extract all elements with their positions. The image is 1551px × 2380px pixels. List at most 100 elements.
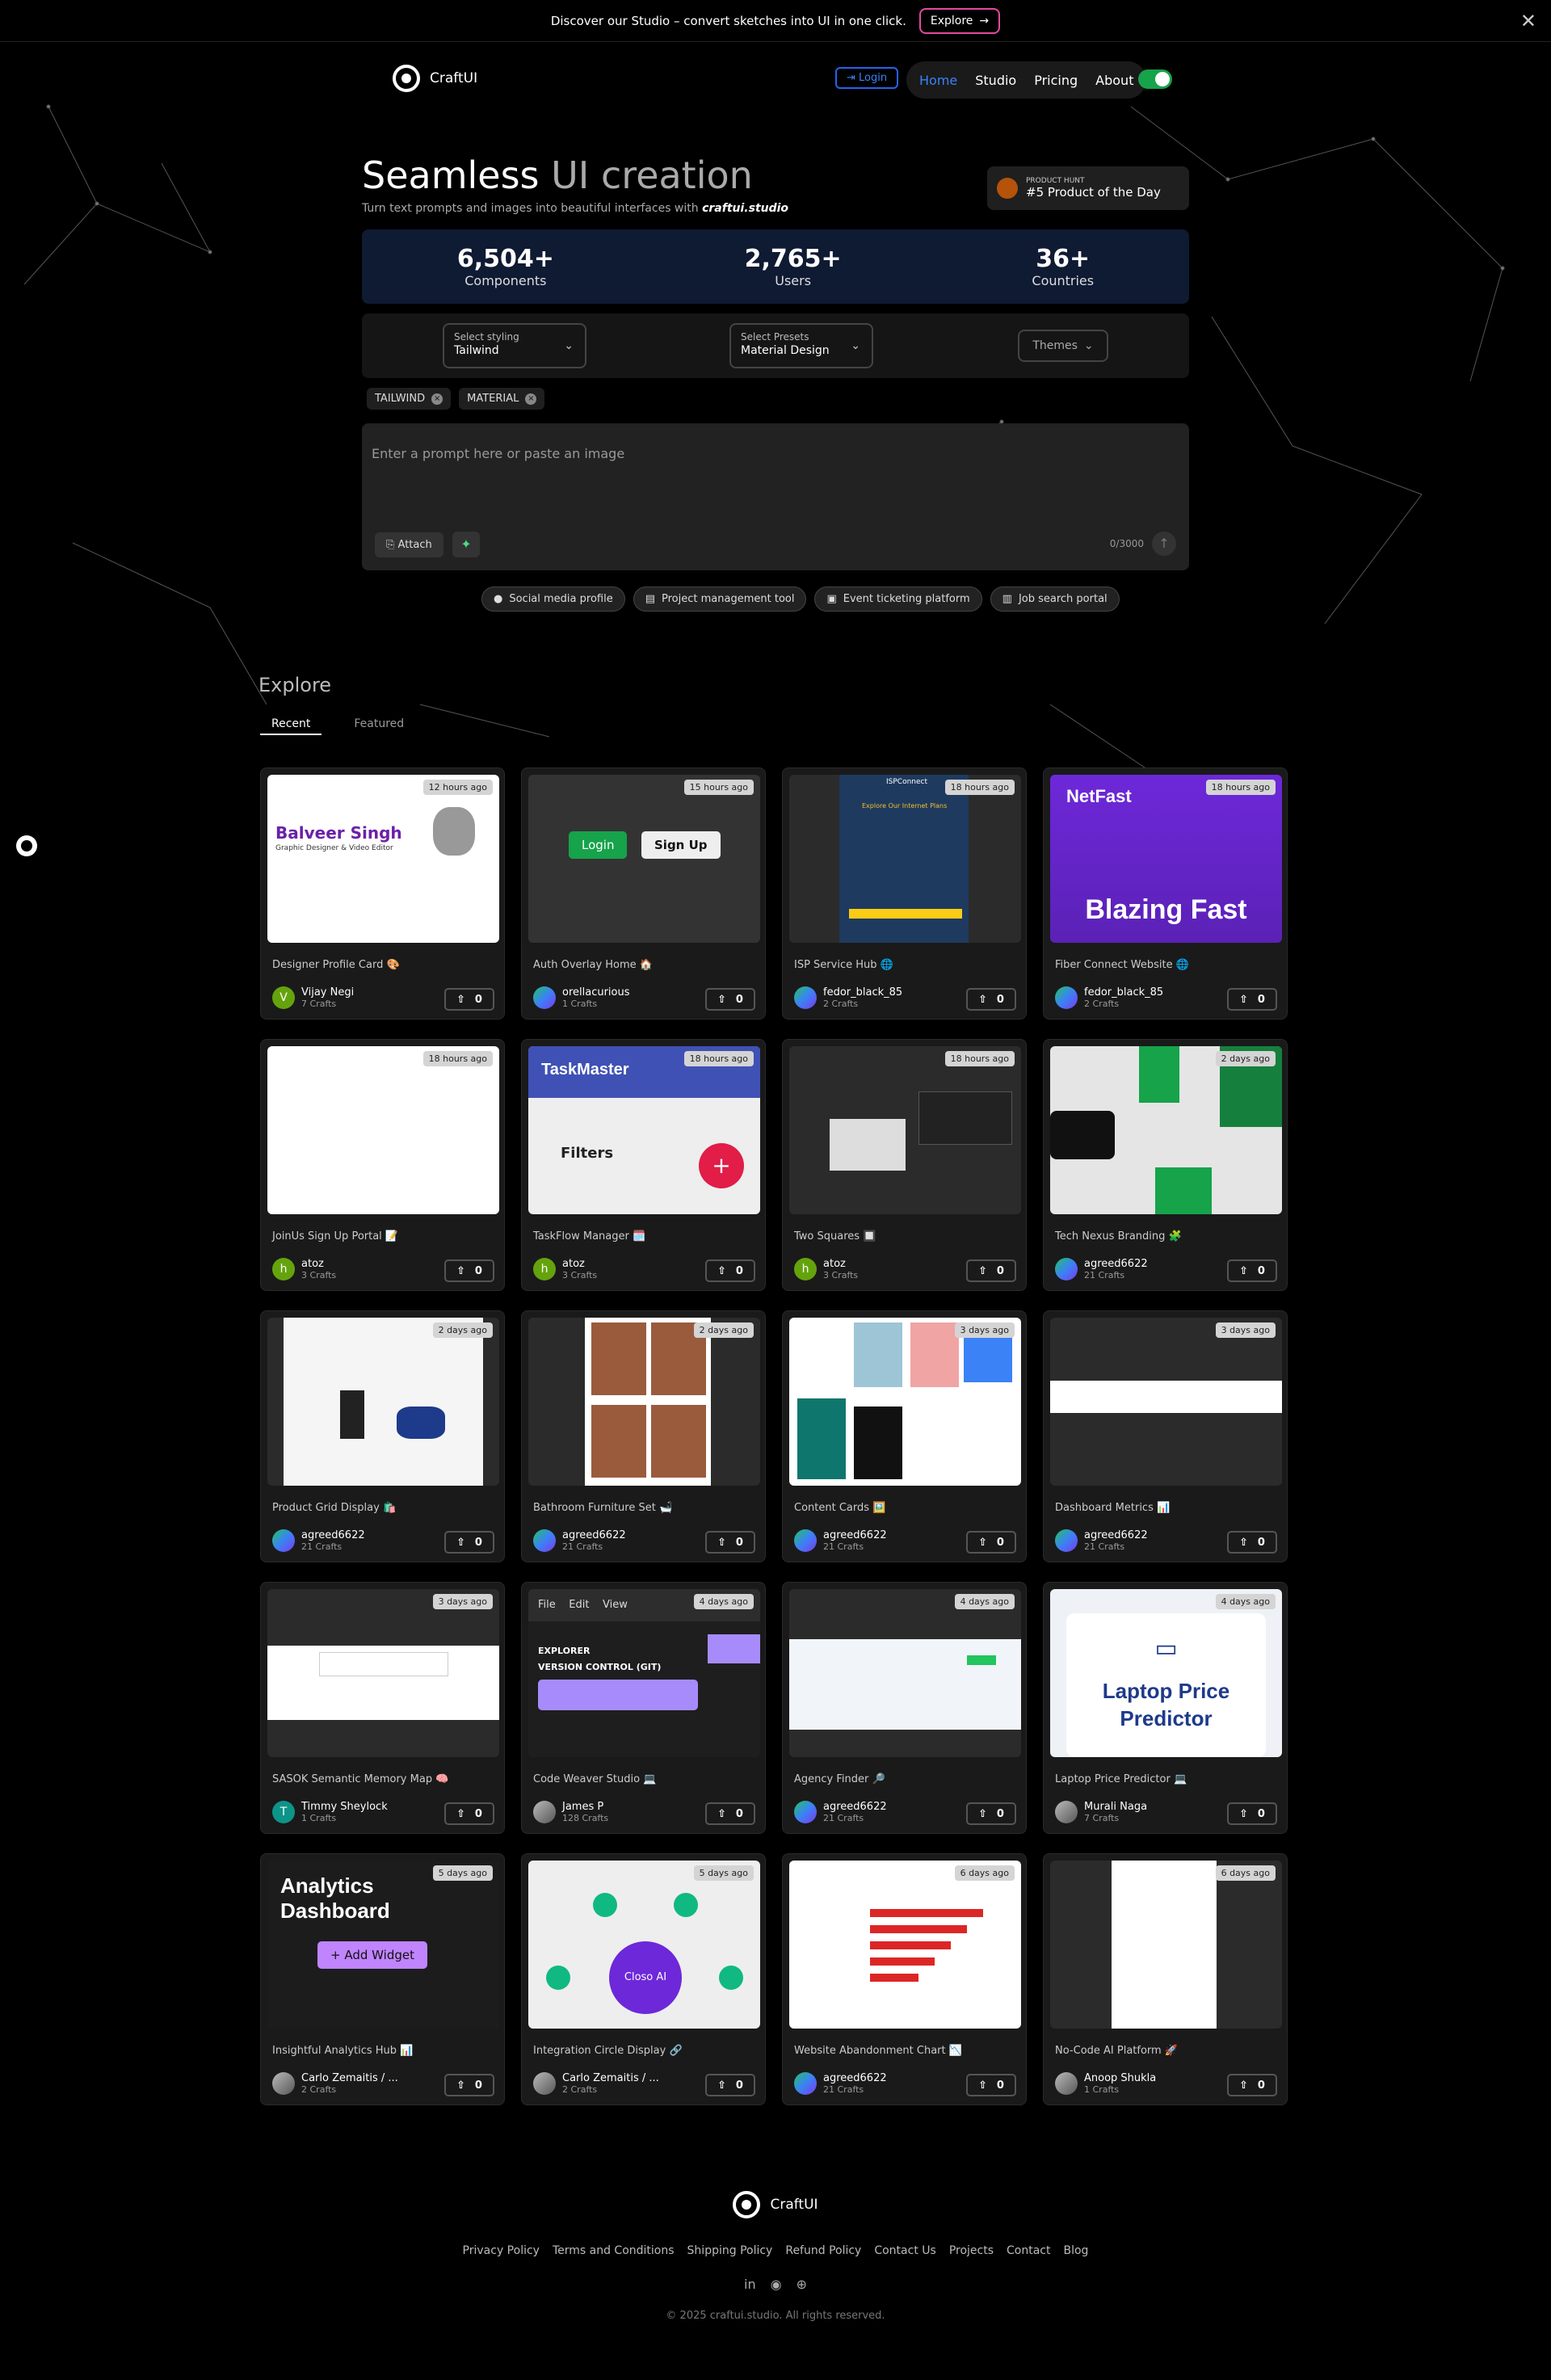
- card-thumbnail[interactable]: [528, 1318, 760, 1486]
- footer-logo[interactable]: CraftUI: [0, 2191, 1551, 2218]
- footer-link[interactable]: Privacy Policy: [463, 2244, 540, 2257]
- suggestion-chip[interactable]: ▥ Job search portal: [990, 587, 1120, 612]
- upvote-button[interactable]: ⇧ 0: [966, 1802, 1016, 1825]
- themes-select[interactable]: Themes ⌄: [1018, 330, 1108, 362]
- explore-button[interactable]: Explore →: [918, 7, 1001, 34]
- suggestion-chip[interactable]: ● Social media profile: [481, 587, 625, 612]
- upvote-button[interactable]: ⇧ 0: [1227, 1259, 1277, 1282]
- upvote-button[interactable]: ⇧ 0: [1227, 1802, 1277, 1825]
- card-author[interactable]: Murali Naga 7 Crafts: [1055, 1801, 1147, 1823]
- card-thumbnail[interactable]: File Edit View EXPLORER VERSION CONTROL (G…: [528, 1589, 760, 1757]
- upvote-button[interactable]: ⇧ 0: [444, 988, 494, 1011]
- upvote-button[interactable]: ⇧ 0: [966, 988, 1016, 1011]
- card-thumbnail[interactable]: ISPConnect Explore Our Internet Plans: [789, 775, 1021, 943]
- card-thumbnail[interactable]: [1050, 1861, 1282, 2029]
- card-author[interactable]: h atoz 3 Crafts: [794, 1258, 858, 1280]
- upvote-button[interactable]: ⇧ 0: [705, 1802, 755, 1825]
- craft-card[interactable]: 4 days ago Agency Finder 🔎 agreed6622 21…: [782, 1582, 1027, 1834]
- craft-card[interactable]: 18 hours ago JoinUs Sign Up Portal 📝 h a…: [260, 1039, 505, 1291]
- footer-link[interactable]: Contact Us: [874, 2244, 935, 2257]
- card-thumbnail[interactable]: [267, 1589, 499, 1757]
- upvote-button[interactable]: ⇧ 0: [705, 1531, 755, 1554]
- theme-toggle[interactable]: [1138, 69, 1172, 89]
- suggestion-chip[interactable]: ▤ Project management tool: [633, 587, 807, 612]
- card-author[interactable]: agreed6622 21 Crafts: [533, 1529, 626, 1552]
- upvote-button[interactable]: ⇧ 0: [705, 988, 755, 1011]
- nav-studio[interactable]: Studio: [975, 73, 1016, 88]
- globe-icon[interactable]: ⊕: [797, 2277, 807, 2292]
- upvote-button[interactable]: ⇧ 0: [1227, 988, 1277, 1011]
- card-author[interactable]: agreed6622 21 Crafts: [1055, 1529, 1148, 1552]
- login-button[interactable]: ⇥ Login: [835, 67, 899, 89]
- prompt-input[interactable]: Enter a prompt here or paste an image: [372, 446, 624, 461]
- craft-card[interactable]: 3 days ago Content Cards 🖼️ agreed6622 2…: [782, 1310, 1027, 1562]
- card-thumbnail[interactable]: [1050, 1046, 1282, 1214]
- footer-link[interactable]: Shipping Policy: [687, 2244, 773, 2257]
- upvote-button[interactable]: ⇧ 0: [966, 2074, 1016, 2096]
- craft-card[interactable]: 6 days ago No-Code AI Platform 🚀 Anoop S…: [1043, 1853, 1288, 2105]
- card-author[interactable]: agreed6622 21 Crafts: [794, 2072, 887, 2095]
- craft-card[interactable]: 18 hours ago Two Squares 🔲 h atoz 3 Craf…: [782, 1039, 1027, 1291]
- send-icon[interactable]: ↑: [1152, 532, 1176, 556]
- craft-card[interactable]: 2 days ago Bathroom Furniture Set 🛁 agre…: [521, 1310, 766, 1562]
- card-author[interactable]: agreed6622 21 Crafts: [272, 1529, 365, 1552]
- card-thumbnail[interactable]: [789, 1046, 1021, 1214]
- craft-card[interactable]: Login Sign Up 15 hours ago Auth Overlay H…: [521, 767, 766, 1020]
- card-author[interactable]: agreed6622 21 Crafts: [794, 1801, 887, 1823]
- card-thumbnail[interactable]: [789, 1589, 1021, 1757]
- nav-pricing[interactable]: Pricing: [1034, 73, 1078, 88]
- footer-link[interactable]: Projects: [949, 2244, 994, 2257]
- craft-card[interactable]: 2 days ago Product Grid Display 🛍️ agree…: [260, 1310, 505, 1562]
- card-author[interactable]: James P 128 Crafts: [533, 1801, 608, 1823]
- card-thumbnail[interactable]: TaskMaster Filters +: [528, 1046, 760, 1214]
- craft-card[interactable]: 3 days ago SASOK Semantic Memory Map 🧠 T…: [260, 1582, 505, 1834]
- card-author[interactable]: Carlo Zemaitis / ... 2 Crafts: [272, 2072, 398, 2095]
- upvote-button[interactable]: ⇧ 0: [444, 2074, 494, 2096]
- craft-card[interactable]: NetFast Blazing Fast 18 hours ago Fiber C…: [1043, 767, 1288, 1020]
- craft-card[interactable]: 3 days ago Dashboard Metrics 📊 agreed662…: [1043, 1310, 1288, 1562]
- card-author[interactable]: Anoop Shukla 1 Crafts: [1055, 2072, 1156, 2095]
- craft-card[interactable]: Laptop Price Predictor ▭ 4 days ago Lapto…: [1043, 1582, 1288, 1834]
- craft-card[interactable]: File Edit View EXPLORER VERSION CONTROL (G…: [521, 1582, 766, 1834]
- attach-button[interactable]: ⎘ Attach: [375, 532, 443, 557]
- upvote-button[interactable]: ⇧ 0: [1227, 1531, 1277, 1554]
- suggestion-chip[interactable]: ▣ Event ticketing platform: [814, 587, 982, 612]
- card-author[interactable]: agreed6622 21 Crafts: [794, 1529, 887, 1552]
- brand-logo[interactable]: CraftUI: [393, 65, 477, 92]
- footer-link[interactable]: Blog: [1063, 2244, 1088, 2257]
- card-author[interactable]: h atoz 3 Crafts: [533, 1258, 597, 1280]
- card-thumbnail[interactable]: Balveer Singh Graphic Designer & Video Ed…: [267, 775, 499, 943]
- card-author[interactable]: fedor_black_85 2 Crafts: [794, 986, 902, 1009]
- card-thumbnail[interactable]: Analytics Dashboard + Add Widget: [267, 1861, 499, 2029]
- upvote-button[interactable]: ⇧ 0: [444, 1802, 494, 1825]
- card-author[interactable]: orellacurious 1 Crafts: [533, 986, 630, 1009]
- card-thumbnail[interactable]: Laptop Price Predictor ▭: [1050, 1589, 1282, 1757]
- tab-featured[interactable]: Featured: [343, 714, 415, 735]
- upvote-button[interactable]: ⇧ 0: [444, 1259, 494, 1282]
- card-author[interactable]: V Vijay Negi 7 Crafts: [272, 986, 354, 1009]
- craft-card[interactable]: Closo AI 5 days ago Integration Circle D…: [521, 1853, 766, 2105]
- card-thumbnail[interactable]: [789, 1861, 1021, 2029]
- craft-card[interactable]: TaskMaster Filters + 18 hours ago TaskFlow…: [521, 1039, 766, 1291]
- footer-link[interactable]: Refund Policy: [785, 2244, 861, 2257]
- upvote-button[interactable]: ⇧ 0: [966, 1531, 1016, 1554]
- card-author[interactable]: h atoz 3 Crafts: [272, 1258, 336, 1280]
- nav-about[interactable]: About: [1095, 73, 1133, 88]
- card-thumbnail[interactable]: NetFast Blazing Fast: [1050, 775, 1282, 943]
- github-icon[interactable]: ◉: [771, 2277, 782, 2292]
- linkedin-icon[interactable]: in: [744, 2277, 756, 2292]
- card-author[interactable]: fedor_black_85 2 Crafts: [1055, 986, 1163, 1009]
- remove-tag-icon[interactable]: ×: [525, 393, 537, 405]
- card-thumbnail[interactable]: [267, 1318, 499, 1486]
- craft-card[interactable]: Balveer Singh Graphic Designer & Video Ed…: [260, 767, 505, 1020]
- card-thumbnail[interactable]: Login Sign Up: [528, 775, 760, 943]
- card-thumbnail[interactable]: Closo AI: [528, 1861, 760, 2029]
- remove-tag-icon[interactable]: ×: [431, 393, 443, 405]
- card-thumbnail[interactable]: [789, 1318, 1021, 1486]
- presets-select[interactable]: Select Presets Material Design ⌄: [729, 323, 873, 368]
- upvote-button[interactable]: ⇧ 0: [705, 1259, 755, 1282]
- card-thumbnail[interactable]: [267, 1046, 499, 1214]
- card-thumbnail[interactable]: [1050, 1318, 1282, 1486]
- magic-wand-icon[interactable]: ✦: [452, 532, 480, 557]
- card-author[interactable]: Carlo Zemaitis / ... 2 Crafts: [533, 2072, 659, 2095]
